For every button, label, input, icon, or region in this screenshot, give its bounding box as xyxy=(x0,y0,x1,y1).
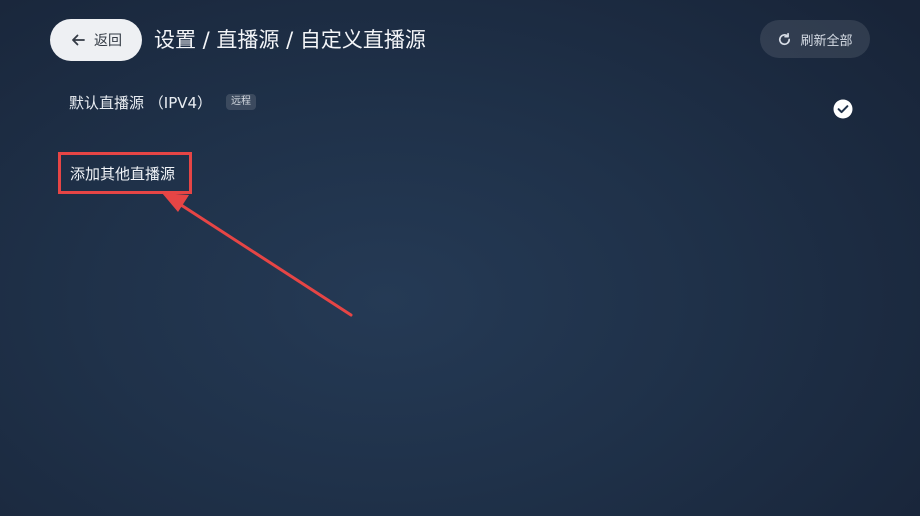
add-source-button[interactable]: 添加其他直播源 xyxy=(58,152,192,194)
check-circle-icon xyxy=(833,99,853,119)
source-tag-badge: 远程 xyxy=(226,94,257,110)
back-button[interactable]: 返回 xyxy=(50,19,142,61)
refresh-all-label: 刷新全部 xyxy=(800,33,853,49)
arrow-left-icon xyxy=(72,34,85,46)
source-name: 默认直播源 （IPV4） xyxy=(69,93,213,112)
page-title: 设置 / 直播源 / 自定义直播源 xyxy=(154,28,426,52)
source-item-default[interactable]: 默认直播源 （IPV4） 远程 xyxy=(58,86,870,130)
refresh-icon xyxy=(779,32,791,45)
annotation-arrow xyxy=(162,193,353,317)
back-button-label: 返回 xyxy=(94,33,122,49)
refresh-all-button[interactable]: 刷新全部 xyxy=(760,20,870,58)
